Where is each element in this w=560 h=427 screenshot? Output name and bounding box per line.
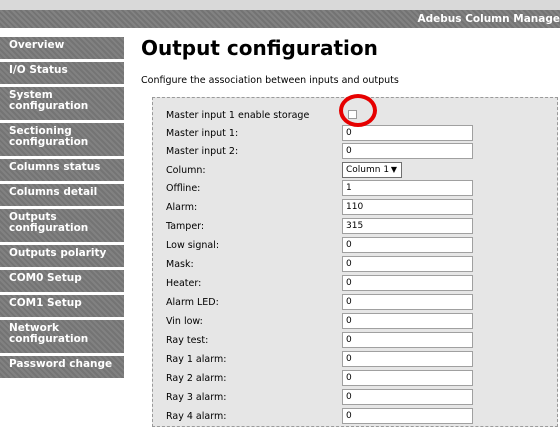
form-label: Vin low: bbox=[166, 316, 203, 327]
form-label: Ray 3 alarm: bbox=[166, 392, 227, 403]
form-label: Mask: bbox=[166, 259, 194, 270]
form-label: Ray 1 alarm: bbox=[166, 354, 227, 365]
form-label: Master input 1: bbox=[166, 128, 239, 139]
page-title: Output configuration bbox=[141, 36, 378, 60]
form-label: Alarm LED: bbox=[166, 297, 219, 308]
offline-field[interactable] bbox=[342, 180, 473, 196]
heater-field[interactable] bbox=[342, 275, 473, 291]
form-label: Alarm: bbox=[166, 202, 198, 213]
sidebar-item-io-status[interactable]: I/O Status bbox=[0, 62, 124, 84]
form-row: Master input 1: bbox=[153, 125, 557, 143]
form-row: Master input 2: bbox=[153, 143, 557, 161]
chevron-down-icon: ▼ bbox=[390, 165, 397, 174]
ray-2-alarm-field[interactable] bbox=[342, 370, 473, 386]
form-label: Ray 2 alarm: bbox=[166, 373, 227, 384]
output-config-form: Master input 1 enable storage Master inp… bbox=[152, 97, 558, 427]
form-row: Ray 3 alarm: bbox=[153, 389, 557, 407]
form-label: Column: bbox=[166, 165, 206, 176]
form-label: Ray test: bbox=[166, 335, 209, 346]
sidebar-item-overview[interactable]: Overview bbox=[0, 37, 124, 59]
form-row: Heater: bbox=[153, 275, 557, 293]
form-label: Master input 2: bbox=[166, 146, 239, 157]
column-select-value: Column 1 bbox=[346, 165, 390, 175]
sidebar: Overview I/O Status System configuration… bbox=[0, 37, 124, 381]
form-row: Ray 2 alarm: bbox=[153, 370, 557, 388]
form-row: Ray test: bbox=[153, 332, 557, 350]
mask-field[interactable] bbox=[342, 256, 473, 272]
top-bar: Adebus Column Manage bbox=[0, 0, 560, 28]
alarm-field[interactable] bbox=[342, 199, 473, 215]
form-row: Vin low: bbox=[153, 313, 557, 331]
sidebar-item-columns-detail[interactable]: Columns detail bbox=[0, 184, 124, 206]
ray-4-alarm-field[interactable] bbox=[342, 408, 473, 424]
form-label: Master input 1 enable storage bbox=[166, 110, 310, 121]
form-row: Low signal: bbox=[153, 237, 557, 255]
form-label: Heater: bbox=[166, 278, 202, 289]
low-signal-field[interactable] bbox=[342, 237, 473, 253]
sidebar-item-password-change[interactable]: Password change bbox=[0, 356, 124, 378]
form-row: Column: Column 1 ▼ bbox=[153, 162, 557, 180]
sidebar-item-com0-setup[interactable]: COM0 Setup bbox=[0, 270, 124, 292]
master-input-1-field[interactable] bbox=[342, 125, 473, 141]
sidebar-item-columns-status[interactable]: Columns status bbox=[0, 159, 124, 181]
column-select[interactable]: Column 1 ▼ bbox=[342, 162, 402, 178]
form-label: Tamper: bbox=[166, 221, 205, 232]
master-input-2-field[interactable] bbox=[342, 143, 473, 159]
form-row: Alarm LED: bbox=[153, 294, 557, 312]
sidebar-item-outputs-polarity[interactable]: Outputs polarity bbox=[0, 245, 124, 267]
form-row: Tamper: bbox=[153, 218, 557, 236]
sidebar-item-network-configuration[interactable]: Network configuration bbox=[0, 320, 124, 353]
sidebar-item-com1-setup[interactable]: COM1 Setup bbox=[0, 295, 124, 317]
ray-1-alarm-field[interactable] bbox=[342, 351, 473, 367]
sidebar-item-sectioning-configuration[interactable]: Sectioning configuration bbox=[0, 123, 124, 156]
sidebar-item-system-configuration[interactable]: System configuration bbox=[0, 87, 124, 120]
form-label: Offline: bbox=[166, 183, 201, 194]
tamper-field[interactable] bbox=[342, 218, 473, 234]
highlight-circle bbox=[339, 94, 377, 127]
vin-low-field[interactable] bbox=[342, 313, 473, 329]
form-row: Ray 1 alarm: bbox=[153, 351, 557, 369]
form-label: Ray 4 alarm: bbox=[166, 411, 227, 422]
sidebar-item-outputs-configuration[interactable]: Outputs configuration bbox=[0, 209, 124, 242]
app-title: Adebus Column Manage bbox=[417, 13, 560, 25]
form-label: Low signal: bbox=[166, 240, 220, 251]
form-row: Offline: bbox=[153, 180, 557, 198]
ray-test-field[interactable] bbox=[342, 332, 473, 348]
form-row: Mask: bbox=[153, 256, 557, 274]
page-description: Configure the association between inputs… bbox=[141, 75, 399, 86]
alarm-led-field[interactable] bbox=[342, 294, 473, 310]
form-row: Alarm: bbox=[153, 199, 557, 217]
form-row: Ray 4 alarm: bbox=[153, 408, 557, 426]
ray-3-alarm-field[interactable] bbox=[342, 389, 473, 405]
